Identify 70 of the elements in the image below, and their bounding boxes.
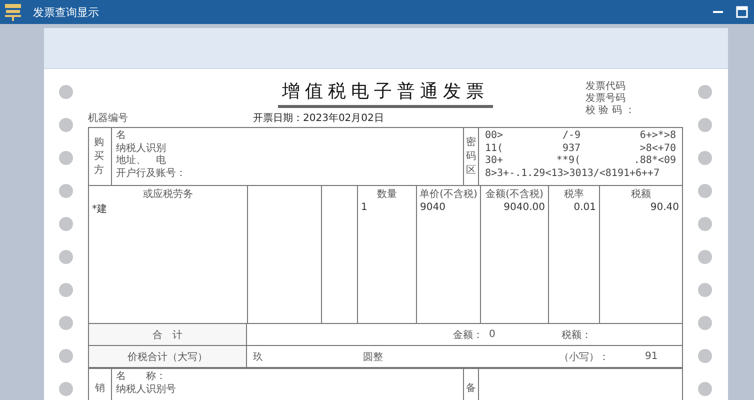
table-cell: 9040 [420,202,446,213]
punch-hole [698,316,712,330]
amount-label: 金额： [453,328,483,342]
punch-hole [698,349,712,363]
cipher-label: 密码区 [464,128,479,185]
punch-hole [59,217,73,231]
column-header: 单价(不含税) [420,188,478,201]
column-header: 税额 [631,188,651,201]
cipher-text: 00> [485,130,504,142]
issue-date: 开票日期：2023年02月02日 [253,112,384,125]
table-cell: 1 [361,202,368,213]
field-label: 开户行及账号： [116,168,187,180]
punch-hole [698,85,712,99]
invoice-code-label: 发票代码 [585,81,626,93]
amount-value: 0 [489,329,496,340]
punch-hole [698,118,712,132]
machine-number-label: 机器编号 [88,112,128,125]
window-title: 发票查询显示 [33,4,100,20]
check-code-label: 校 验 码 ： [585,105,635,117]
table-cell-text: *建 [92,202,107,216]
punch-hole [698,250,712,264]
field-label: 纳税人识别 [116,142,167,154]
cipher-text: 11( [485,142,504,155]
punch-hole [59,118,73,132]
cipher-text: 8>3+-.1.29<13>3013/<8191+6++7 [485,168,660,180]
tax-label: 税额： [561,328,592,342]
cipher-text: 6+>*>8 [640,130,676,142]
column-header: 税率 [564,188,584,201]
punch-hole [59,316,73,330]
punch-hole [698,217,712,231]
punch-hole [59,349,73,363]
buyer-label: 购买方 [89,128,112,185]
lowercase-label: （小写）： [559,350,609,364]
table-cell: 90.40 [650,202,679,213]
cipher-text: 937 [562,142,580,155]
field-label: 名 [116,130,126,142]
table-cell: 0.01 [574,202,596,213]
lowercase-amount: 91 [645,351,658,362]
punch-hole [59,184,73,198]
column-header: 或应税劳务 [143,188,193,201]
punch-hole [698,382,712,396]
punch-hole [59,283,73,297]
cipher-text: **9( [556,155,580,168]
field-label: 地址、 电 [116,155,167,168]
table-cell: 9040.00 [504,202,545,213]
maximize-icon[interactable] [736,6,748,18]
punch-hole [698,184,712,198]
seller-label: 销 [89,369,112,400]
punch-hole [698,151,712,165]
punch-hole [698,283,712,297]
amount-in-words: 玖 [253,350,263,364]
cipher-text: /-9 [562,130,580,142]
invoice-title: 增值税电子普通发票 [278,81,493,108]
amount-in-words: 圆整 [363,350,383,364]
field-label: 名 称： [116,371,167,384]
app-logo-icon [3,2,23,22]
punch-hole [59,85,73,99]
grand-total-label: 价税合计（大写） [128,350,208,364]
cipher-text: >8<+70 [640,142,676,155]
column-header: 金额(不含税) [486,188,544,201]
cipher-text: 30+ [485,155,504,168]
punch-hole [59,382,73,396]
field-label: 纳税人识别号 [116,384,177,396]
punch-hole [59,250,73,264]
total-label: 合 计 [152,328,182,342]
column-header: 数量 [377,188,397,201]
punch-hole [59,151,73,165]
remark-label: 备 [464,369,479,400]
invoice-number-label: 发票号码 [585,93,626,104]
cipher-text: .88*<09 [634,155,676,168]
